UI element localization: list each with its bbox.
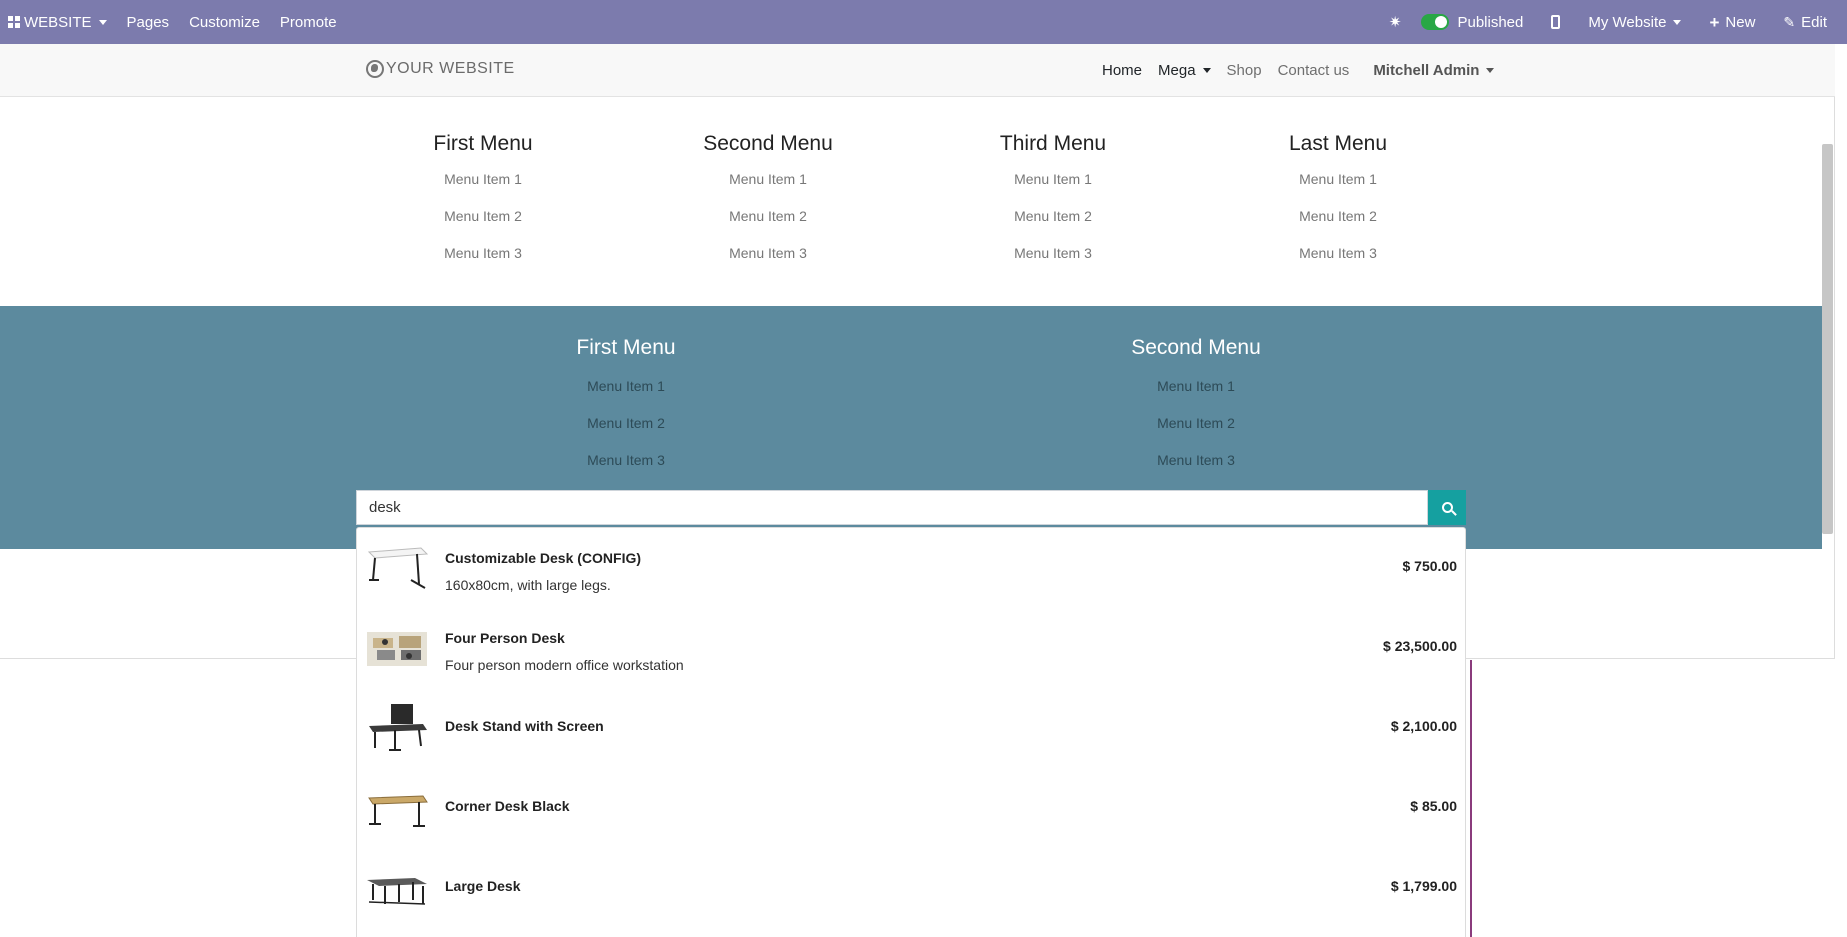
- my-website-label: My Website: [1588, 13, 1667, 31]
- user-menu[interactable]: Mitchell Admin: [1365, 62, 1502, 79]
- search-result-item[interactable]: Customizable Desk (CONFIG) 160x80cm, wit…: [357, 528, 1465, 608]
- toggle-switch-icon: [1421, 14, 1450, 30]
- debug-button[interactable]: ✷: [1375, 0, 1416, 44]
- chevron-down-icon: [1202, 68, 1211, 73]
- nav-mega-dropdown[interactable]: Mega: [1150, 62, 1219, 79]
- new-label: New: [1725, 13, 1756, 31]
- website-switcher[interactable]: My Website: [1574, 0, 1695, 44]
- mega-menu-item[interactable]: Menu Item 3: [496, 442, 756, 479]
- mega-menu-item[interactable]: Menu Item 3: [1218, 235, 1458, 272]
- search-result-item[interactable]: Four Person Desk Four person modern offi…: [357, 608, 1465, 688]
- mega-column-title: Third Menu: [999, 132, 1107, 155]
- search-button[interactable]: [1428, 490, 1466, 525]
- result-description: Four person modern office workstation: [445, 657, 684, 673]
- mega-menu-item[interactable]: Menu Item 1: [648, 161, 888, 198]
- result-price: $ 1,799.00: [1390, 878, 1457, 894]
- mega-menu-item[interactable]: Menu Item 1: [1066, 368, 1326, 405]
- result-name: Four Person Desk: [445, 630, 565, 646]
- product-thumbnail: [367, 878, 427, 905]
- nav-shop[interactable]: Shop: [1219, 62, 1270, 79]
- mega-menu-item[interactable]: Menu Item 2: [363, 198, 603, 235]
- product-thumbnail: [367, 547, 429, 589]
- website-apps-menu[interactable]: WEBSITE: [0, 0, 117, 44]
- mega-column: First Menu Menu Item 1 Menu Item 2 Menu …: [496, 306, 756, 479]
- bug-icon: ✷: [1388, 14, 1402, 31]
- result-description: 160x80cm, with large legs.: [445, 577, 611, 593]
- result-name: Large Desk: [445, 878, 521, 894]
- promote-menu[interactable]: Promote: [270, 0, 347, 44]
- user-name: Mitchell Admin: [1373, 62, 1480, 79]
- mega-column-title: First Menu: [433, 132, 533, 155]
- search-input[interactable]: [356, 490, 1428, 525]
- mega-menu-top: First Menu Menu Item 1 Menu Item 2 Menu …: [0, 97, 1822, 306]
- search-icon: [1441, 502, 1453, 513]
- mega-menu-item[interactable]: Menu Item 2: [496, 405, 756, 442]
- result-price: $ 23,500.00: [1383, 638, 1457, 654]
- apps-grid-icon: [8, 16, 20, 28]
- mega-column: Third Menu Menu Item 1 Menu Item 2 Menu …: [933, 97, 1173, 272]
- mega-menu-item[interactable]: Menu Item 1: [933, 161, 1173, 198]
- admin-navbar: WEBSITE Pages Customize Promote ✷ Publis…: [0, 0, 1847, 44]
- publish-toggle[interactable]: Published: [1415, 0, 1537, 44]
- product-thumbnail: [367, 632, 427, 666]
- result-price: $ 85.00: [1410, 798, 1457, 814]
- result-price: $ 2,100.00: [1390, 718, 1457, 734]
- globe-icon: [366, 60, 384, 78]
- new-button[interactable]: + New: [1695, 0, 1769, 44]
- mobile-icon: [1551, 15, 1561, 29]
- result-name: Customizable Desk (CONFIG): [445, 550, 642, 566]
- mega-menu-item[interactable]: Menu Item 1: [363, 161, 603, 198]
- chevron-down-icon: [1486, 68, 1495, 73]
- product-search: [356, 490, 1466, 525]
- published-label: Published: [1457, 13, 1524, 31]
- customize-menu[interactable]: Customize: [179, 0, 270, 44]
- nav-contact-us[interactable]: Contact us: [1270, 62, 1358, 79]
- logo-text: YOUR WEBSITE: [386, 60, 515, 77]
- site-nav: Home Mega Shop Contact us Mitchell Admin: [1094, 44, 1502, 97]
- chevron-down-icon: [1673, 19, 1682, 25]
- mega-menu-item[interactable]: Menu Item 3: [933, 235, 1173, 272]
- edit-button[interactable]: ✎ Edit: [1769, 0, 1827, 44]
- edit-label: Edit: [1801, 13, 1827, 31]
- result-name: Corner Desk Black: [445, 798, 570, 814]
- mega-column-title: First Menu: [576, 336, 676, 359]
- divider: [1470, 660, 1472, 937]
- mega-menu-item[interactable]: Menu Item 2: [1218, 198, 1458, 235]
- search-result-item[interactable]: Desk Stand with Screen $ 2,100.00: [357, 688, 1465, 768]
- mega-column-title: Second Menu: [1131, 336, 1261, 359]
- nav-home[interactable]: Home: [1094, 62, 1150, 79]
- mega-menu-item[interactable]: Menu Item 3: [1066, 442, 1326, 479]
- mega-column: Second Menu Menu Item 1 Menu Item 2 Menu…: [648, 97, 888, 272]
- page-scrollbar[interactable]: [1822, 144, 1833, 534]
- nav-mega-label: Mega: [1158, 62, 1196, 79]
- result-price: $ 750.00: [1402, 558, 1458, 574]
- mega-column: First Menu Menu Item 1 Menu Item 2 Menu …: [363, 97, 603, 272]
- search-result-item[interactable]: Large Desk $ 1,799.00: [357, 848, 1465, 928]
- search-results-dropdown: Customizable Desk (CONFIG) 160x80cm, wit…: [356, 527, 1466, 937]
- mega-menu-item[interactable]: Menu Item 3: [363, 235, 603, 272]
- mega-menu-item[interactable]: Menu Item 2: [648, 198, 888, 235]
- mega-column-title: Last Menu: [1288, 132, 1388, 155]
- mega-column: Second Menu Menu Item 1 Menu Item 2 Menu…: [1066, 306, 1326, 479]
- mega-menu-item[interactable]: Menu Item 2: [1066, 405, 1326, 442]
- website-label: WEBSITE: [24, 13, 92, 31]
- mega-menu-item[interactable]: Menu Item 1: [1218, 161, 1458, 198]
- site-logo[interactable]: YOUR WEBSITE: [366, 60, 515, 78]
- product-thumbnail: [368, 795, 428, 827]
- plus-icon: +: [1709, 12, 1720, 32]
- search-result-item[interactable]: Corner Desk Black $ 85.00: [357, 768, 1465, 848]
- pages-menu[interactable]: Pages: [117, 0, 180, 44]
- mega-column-title: Second Menu: [703, 132, 833, 155]
- result-name: Desk Stand with Screen: [445, 718, 604, 734]
- product-thumbnail: [369, 704, 427, 751]
- chevron-down-icon: [98, 19, 107, 25]
- mega-menu-item[interactable]: Menu Item 1: [496, 368, 756, 405]
- mega-menu-item[interactable]: Menu Item 3: [648, 235, 888, 272]
- pencil-icon: ✎: [1783, 13, 1796, 30]
- mega-menu-item[interactable]: Menu Item 2: [933, 198, 1173, 235]
- mega-column: Last Menu Menu Item 1 Menu Item 2 Menu I…: [1218, 97, 1458, 272]
- site-header: YOUR WEBSITE Home Mega Shop Contact us M…: [0, 44, 1835, 97]
- mobile-preview-button[interactable]: [1537, 0, 1574, 44]
